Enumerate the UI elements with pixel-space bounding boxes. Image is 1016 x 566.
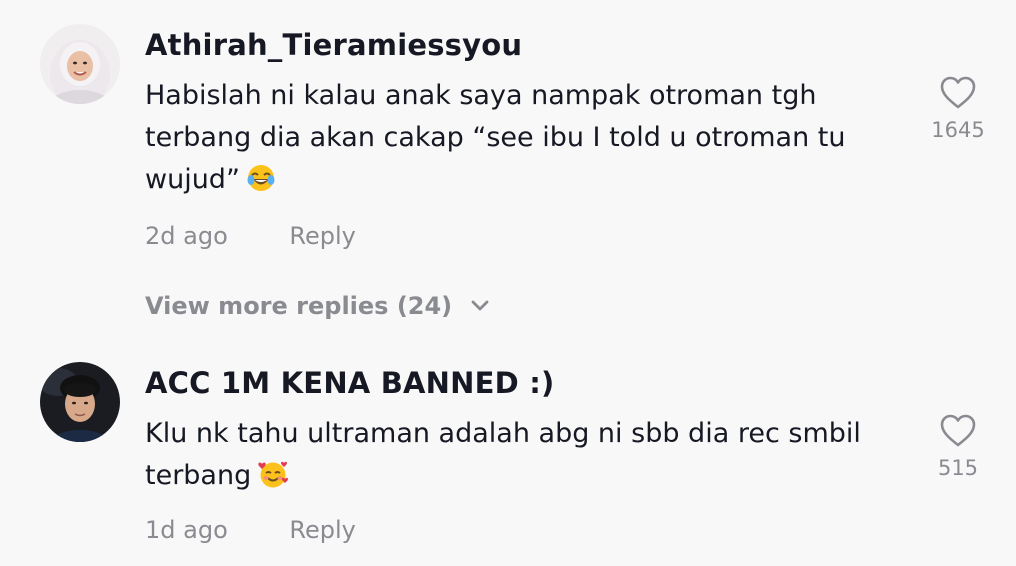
comment-text: Klu nk tahu ultraman adalah abg ni sbb d… [145,413,861,502]
view-more-replies-button[interactable]: View more replies (24) [145,292,489,320]
comment-text: Habislah ni kalau anak saya nampak otrom… [145,75,845,206]
view-more-replies-label: View more replies (24) [145,292,453,320]
avatar[interactable] [40,24,120,104]
heart-outline-icon[interactable] [939,76,977,110]
chevron-down-icon [471,300,488,311]
comment-meta: 1d ago Reply [145,516,356,544]
comment-text-line: terbang dia akan cakap “see ibu I told u… [145,122,846,153]
comment-timestamp: 2d ago [145,222,228,250]
like-count: 1645 [931,118,985,142]
comment-text-line: wujud” [145,159,845,206]
avatar-image [40,24,120,104]
avatar-image [40,362,120,442]
comment-timestamp: 1d ago [145,516,228,544]
comment-meta: 2d ago Reply [145,222,356,250]
comment-text-segment: wujud” [145,164,240,195]
face-with-tears-of-joy-icon [246,163,276,206]
comment-text-line: Klu nk tahu ultraman adalah abg ni sbb d… [145,418,861,449]
avatar[interactable] [40,362,120,442]
smiling-face-with-hearts-icon [257,459,289,502]
reply-button[interactable]: Reply [289,516,355,544]
comment-username[interactable]: ACC 1M KENA BANNED :) [145,366,554,400]
reply-button[interactable]: Reply [289,222,355,250]
like-control: 515 [918,414,998,480]
comment-username[interactable]: Athirah_Tieramiessyou [145,28,522,62]
like-count: 515 [937,456,979,480]
comment-text-segment: terbang [145,460,252,491]
comment-text-line: terbang [145,455,861,502]
comment-text-line: Habislah ni kalau anak saya nampak otrom… [145,80,817,111]
heart-outline-icon[interactable] [939,414,977,448]
like-control: 1645 [918,76,998,142]
